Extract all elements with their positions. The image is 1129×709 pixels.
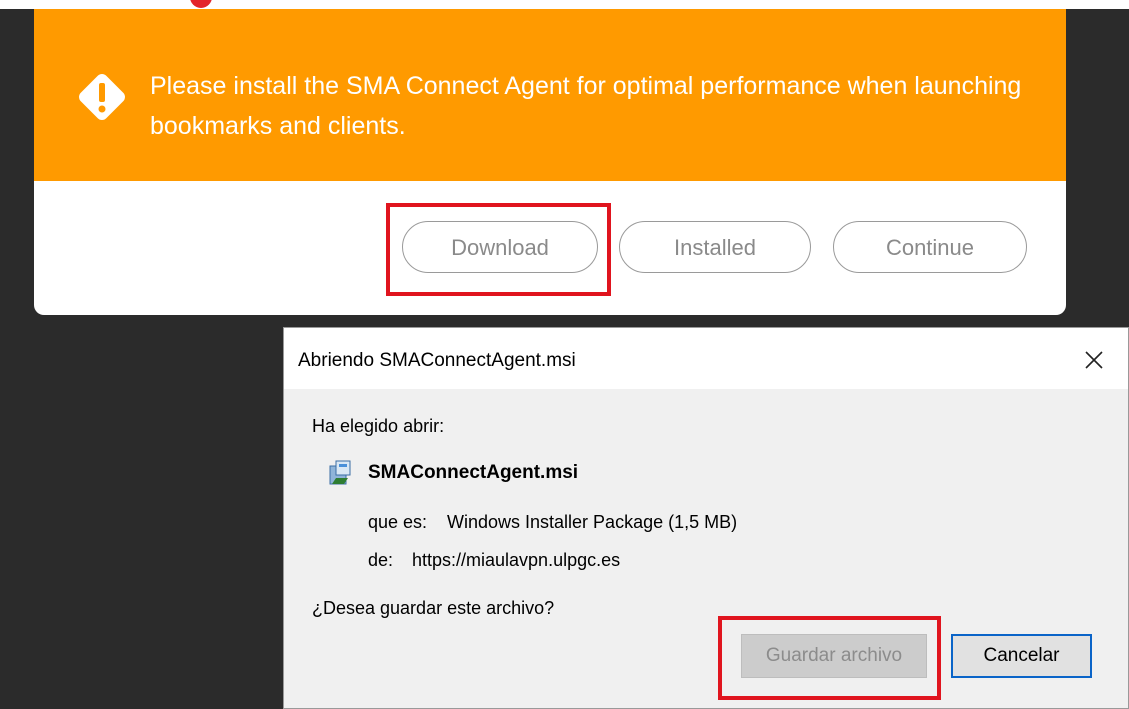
cancel-button[interactable]: Cancelar <box>951 634 1092 678</box>
file-type-value: Windows Installer Package (1,5 MB) <box>447 512 738 532</box>
close-icon[interactable] <box>1084 350 1104 370</box>
installer-package-icon <box>329 460 351 485</box>
dialog-title: Abriendo SMAConnectAgent.msi <box>298 350 576 371</box>
chosen-label: Ha elegido abrir: <box>312 416 445 436</box>
file-name: SMAConnectAgent.msi <box>368 462 579 483</box>
browser-top-strip <box>0 0 1129 9</box>
notice-banner: Please install the SMA Connect Agent for… <box>34 9 1066 181</box>
save-question: ¿Desea guardar este archivo? <box>312 598 555 618</box>
dialog-titlebar: Abriendo SMAConnectAgent.msi <box>284 328 1128 389</box>
file-source-value: https://miaulavpn.ulpgc.es <box>412 550 621 570</box>
download-highlight-box <box>386 203 611 296</box>
save-highlight-box <box>718 616 941 700</box>
file-type-label: que es: <box>368 512 428 532</box>
warning-diamond-icon <box>79 74 125 120</box>
notice-message: Please install the SMA Connect Agent for… <box>150 72 1022 140</box>
continue-button[interactable]: Continue <box>833 221 1027 273</box>
file-source-label: de: <box>368 550 394 570</box>
installed-button[interactable]: Installed <box>619 221 811 273</box>
brand-logo-fragment <box>190 0 212 8</box>
file-open-dialog: Abriendo SMAConnectAgent.msi Ha elegido … <box>283 327 1129 709</box>
